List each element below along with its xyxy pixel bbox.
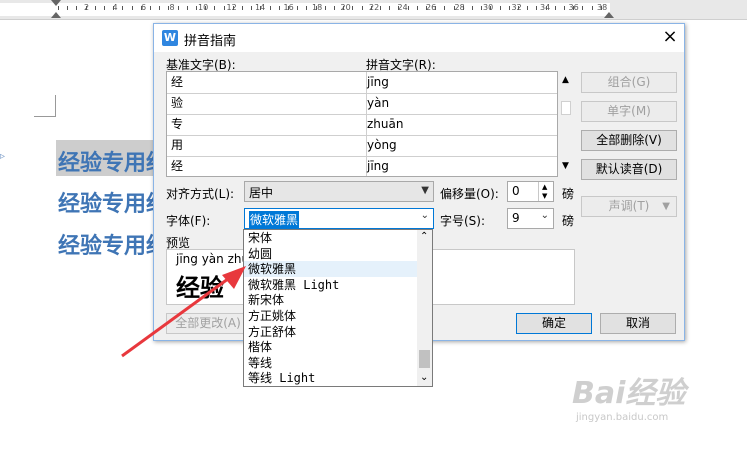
red-arrow-annotation: [121, 266, 246, 358]
